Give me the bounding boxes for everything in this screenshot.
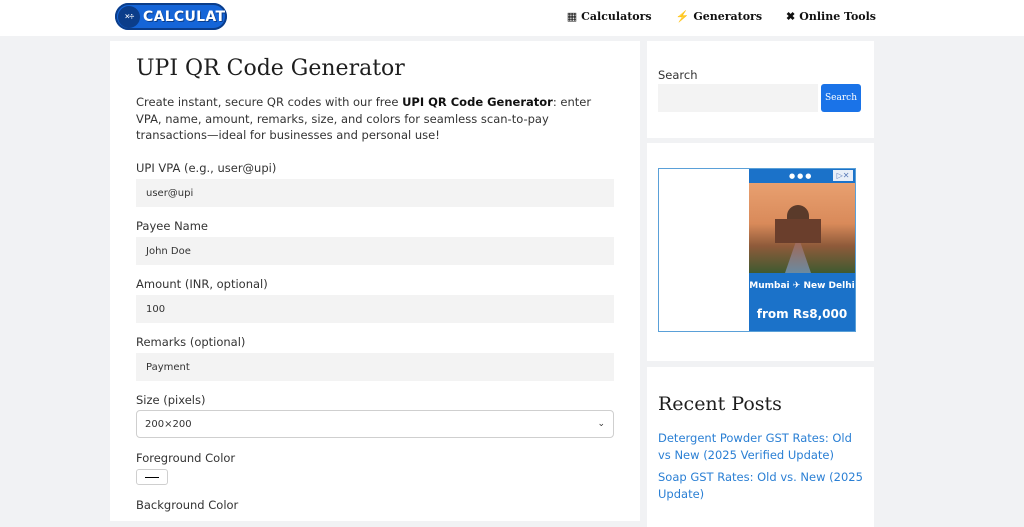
vpa-input[interactable]: user@upi — [136, 179, 614, 207]
amount-label: Amount (INR, optional) — [136, 277, 268, 291]
color-swatch-fill — [145, 476, 159, 478]
nav-generators[interactable]: ⚡ Generators — [676, 10, 762, 23]
ad-widget: ●●● ▷✕ Mumbai ✈ New Delhi from Rs8,000 — [647, 143, 874, 361]
remarks-input[interactable]: Payment — [136, 353, 614, 381]
nav-online-tools-label: Online Tools — [799, 10, 876, 23]
search-input[interactable] — [658, 84, 818, 112]
site-logo[interactable]: ×÷ CALCULAT — [115, 3, 227, 30]
payee-name-input[interactable]: John Doe — [136, 237, 614, 265]
recent-posts-title: Recent Posts — [658, 393, 782, 415]
recent-post-link[interactable]: Detergent Powder GST Rates: Old vs New (… — [658, 430, 863, 463]
foreground-color-label: Foreground Color — [136, 451, 236, 465]
chevron-down-icon: ⌄ — [597, 419, 605, 429]
page-title: UPI QR Code Generator — [136, 56, 405, 81]
logo-text: CALCULAT — [143, 8, 226, 25]
background-color-label: Background Color — [136, 498, 239, 512]
nav-generators-label: Generators — [693, 10, 763, 23]
remarks-label: Remarks (optional) — [136, 335, 246, 349]
ad-price-text: from Rs8,000 — [756, 307, 848, 321]
foreground-color-picker[interactable] — [136, 469, 168, 485]
main-nav: ▦ Calculators ⚡ Generators ✖ Online Tool… — [567, 10, 876, 23]
ad-close-icon[interactable]: ▷✕ — [833, 170, 853, 181]
calculator-icon: ▦ — [566, 10, 578, 23]
ad-menu-icon[interactable]: ●●● — [789, 172, 813, 180]
pool-shape — [785, 243, 811, 273]
recent-post-link[interactable]: Soap GST Rates: Old vs. New (2025 Update… — [658, 469, 863, 502]
nav-online-tools[interactable]: ✖ Online Tools — [786, 10, 876, 23]
tools-icon: ✖ — [786, 10, 796, 23]
ad-banner[interactable]: ●●● ▷✕ Mumbai ✈ New Delhi from Rs8,000 — [658, 168, 856, 332]
payee-name-label: Payee Name — [136, 219, 209, 233]
search-widget: Search Search — [647, 41, 874, 138]
main-content: UPI QR Code Generator Create instant, se… — [110, 41, 640, 521]
size-label: Size (pixels) — [136, 393, 206, 407]
search-button[interactable]: Search — [821, 84, 861, 112]
amount-input[interactable]: 100 — [136, 295, 614, 323]
nav-calculators[interactable]: ▦ Calculators — [567, 10, 652, 23]
intro-text-bold: UPI QR Code Generator — [402, 95, 553, 109]
nav-calculators-label: Calculators — [581, 10, 652, 23]
ad-photo — [749, 183, 855, 273]
vpa-label: UPI VPA (e.g., user@upi) — [136, 161, 277, 175]
site-header: ×÷ CALCULAT ▦ Calculators ⚡ Generators ✖… — [0, 0, 1024, 36]
recent-posts-widget: Recent Posts Detergent Powder GST Rates:… — [647, 367, 874, 527]
intro-text-start: Create instant, secure QR codes with our… — [136, 95, 403, 109]
ad-creative[interactable]: ●●● ▷✕ Mumbai ✈ New Delhi from Rs8,000 — [749, 169, 855, 331]
ad-route-text: Mumbai ✈ New Delhi — [749, 281, 855, 291]
building-shape — [775, 219, 821, 243]
calculator-logo-icon: ×÷ — [118, 5, 140, 28]
size-select[interactable]: 200×200 ⌄ — [136, 410, 614, 438]
search-label: Search — [658, 68, 698, 82]
size-select-value: 200×200 — [145, 418, 192, 430]
intro-text: Create instant, secure QR codes with our… — [136, 94, 606, 144]
bolt-icon: ⚡ — [675, 10, 690, 23]
